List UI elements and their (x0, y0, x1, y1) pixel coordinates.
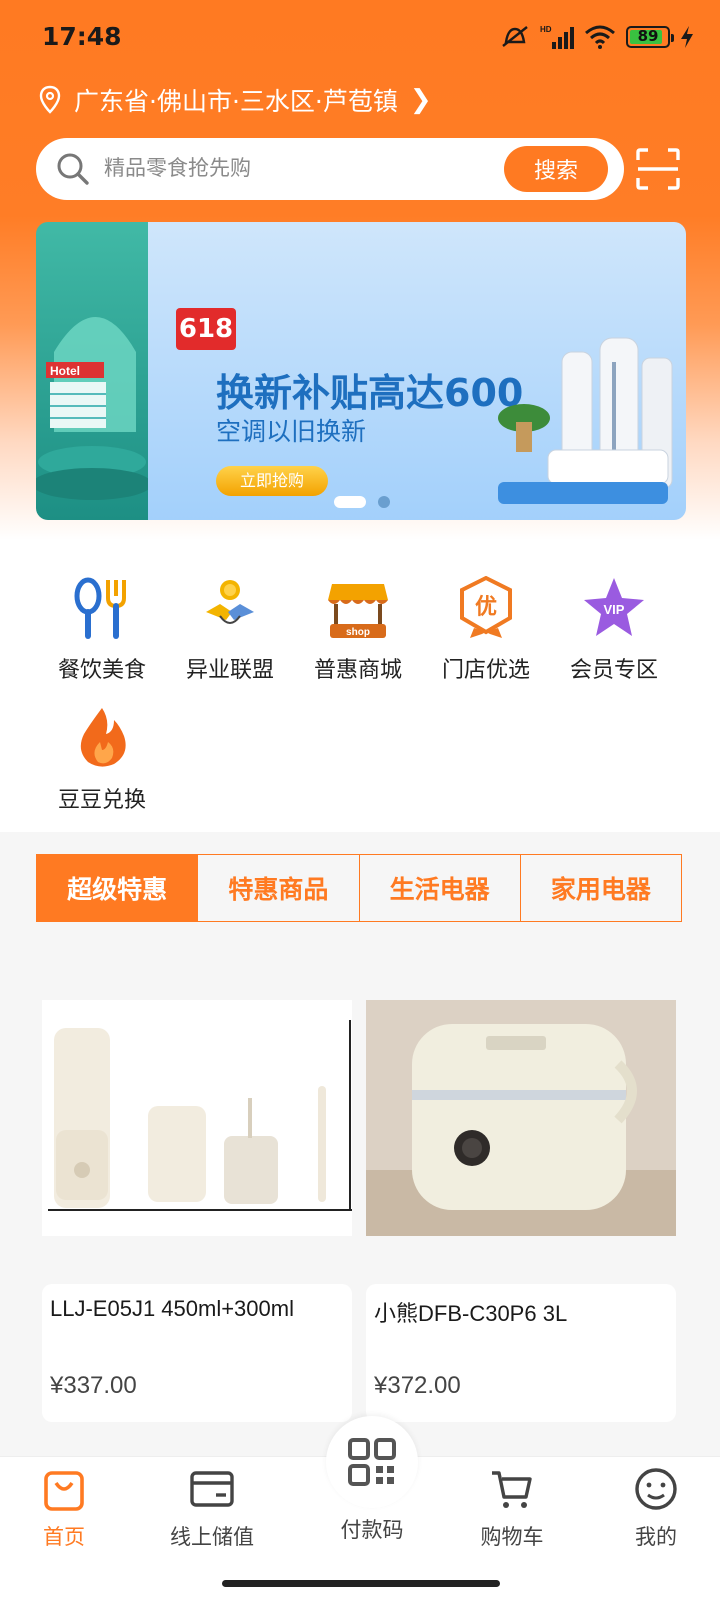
badge-618: 618 (176, 308, 236, 350)
hotel-sign: Hotel (50, 364, 80, 378)
status-time: 17:48 (42, 22, 122, 51)
status-bar: 17:48 HD 89 (0, 0, 720, 74)
product-price: ¥372.00 (374, 1372, 461, 1399)
category-alliance[interactable]: 异业联盟 (170, 576, 290, 684)
nav-label: 线上储值 (170, 1526, 254, 1549)
category-dining[interactable]: 餐饮美食 (42, 576, 162, 684)
carousel-dot-active[interactable] (334, 496, 366, 508)
product-card[interactable]: 小熊DFB-C30P6 3L ¥372.00 (366, 1000, 676, 1422)
location-text: 广东省·佛山市·三水区·芦苞镇 (74, 87, 398, 116)
banner-main-panel: 618 换新补贴高达600 空调以旧换新 立即抢购 (148, 222, 686, 520)
category-vip[interactable]: VIP 会员专区 (554, 576, 674, 684)
nav-label: 购物车 (480, 1526, 544, 1549)
vip-text: VIP (604, 602, 625, 617)
rice-cooker-image (366, 1000, 676, 1236)
location-pin-icon (39, 85, 61, 114)
product-info: 小熊DFB-C30P6 3L ¥372.00 (366, 1284, 676, 1422)
shop-icon: shop (328, 584, 388, 638)
search-bar[interactable]: 搜索 (36, 138, 624, 200)
smile-profile-icon (635, 1468, 677, 1510)
shopping-bag-icon (44, 1471, 84, 1511)
location-selector[interactable]: 广东省·佛山市·三水区·芦苞镇 ❯ (38, 82, 432, 118)
banner-subtitle: 空调以旧换新 (216, 417, 367, 446)
signal-icon: HD (540, 25, 574, 49)
nav-label: 首页 (43, 1526, 85, 1549)
air-conditioner-image (498, 337, 673, 504)
nav-label-pay-code: 付款码 (340, 1519, 404, 1542)
nav-label: 我的 (635, 1526, 677, 1549)
vip-star-icon: VIP (584, 578, 644, 636)
category-label: 豆豆兑换 (57, 787, 146, 812)
home-indicator[interactable] (222, 1580, 500, 1587)
product-info: LLJ-E05J1 450ml+300ml ¥337.00 (42, 1284, 352, 1422)
category-label: 会员专区 (569, 657, 658, 682)
nav-profile[interactable]: 我的 (596, 1467, 716, 1551)
promo-banner[interactable]: Hotel 618 换新补贴高达600 空调以旧换新 立即抢购 (36, 222, 686, 520)
nav-online-topup[interactable]: 线上储值 (152, 1467, 272, 1551)
search-icon (57, 153, 89, 185)
scan-icon[interactable] (636, 148, 680, 190)
category-label: 普惠商城 (313, 657, 402, 682)
category-grid: 餐饮美食 异业联盟 shop 普惠商城 优 门店优选 VIP 会员专区 豆豆兑换 (0, 540, 720, 832)
status-icons: HD 89 (500, 20, 694, 54)
wifi-icon (585, 25, 615, 49)
nav-cart[interactable]: 购物车 (452, 1467, 572, 1551)
wallet-card-icon (190, 1471, 234, 1507)
blender-set-image (42, 1000, 352, 1236)
banner-side-image: Hotel (36, 222, 152, 520)
category-bean-exchange[interactable]: 豆豆兑换 (42, 706, 162, 814)
network-label: HD (540, 25, 552, 34)
mute-icon (502, 26, 528, 47)
chevron-right-icon: ❯ (409, 85, 432, 115)
shop-text: shop (346, 627, 370, 638)
tab-home-appliances[interactable]: 家用电器 (521, 855, 681, 921)
hotel-illustration-icon: Hotel (36, 317, 152, 500)
category-label: 餐饮美食 (57, 657, 146, 682)
category-mall[interactable]: shop 普惠商城 (298, 576, 418, 684)
tab-life-appliances[interactable]: 生活电器 (360, 855, 521, 921)
battery-level: 89 (637, 27, 659, 45)
premium-text: 优 (475, 594, 497, 620)
flame-icon (80, 708, 126, 767)
battery-icon: 89 (626, 26, 674, 48)
handshake-icon (206, 580, 254, 624)
tab-super-deals[interactable]: 超级特惠 (37, 855, 199, 921)
product-name: 小熊DFB-C30P6 3L (374, 1301, 568, 1326)
category-label: 门店优选 (441, 657, 530, 682)
product-tabs: 超级特惠 特惠商品 生活电器 家用电器 (36, 854, 682, 922)
product-card[interactable]: LLJ-E05J1 450ml+300ml ¥337.00 (42, 1000, 352, 1422)
category-label: 异业联盟 (185, 657, 274, 682)
utensils-icon (74, 577, 126, 639)
carousel-dot[interactable] (378, 496, 390, 508)
cart-icon (492, 1471, 532, 1508)
tab-special-products[interactable]: 特惠商品 (198, 855, 360, 921)
category-store-select[interactable]: 优 门店优选 (426, 575, 546, 684)
charging-icon (681, 26, 693, 48)
search-input[interactable] (104, 150, 464, 188)
banner-title: 换新补贴高达600 (216, 371, 524, 415)
pay-code-button[interactable] (326, 1416, 418, 1508)
nav-home[interactable]: 首页 (4, 1467, 124, 1551)
premium-badge-icon: 优 (460, 575, 512, 638)
product-price: ¥337.00 (50, 1372, 137, 1399)
search-button[interactable]: 搜索 (504, 146, 608, 192)
product-name: LLJ-E05J1 450ml+300ml (50, 1296, 294, 1321)
banner-cta-button[interactable]: 立即抢购 (216, 466, 328, 496)
qr-code-icon (348, 1438, 396, 1486)
